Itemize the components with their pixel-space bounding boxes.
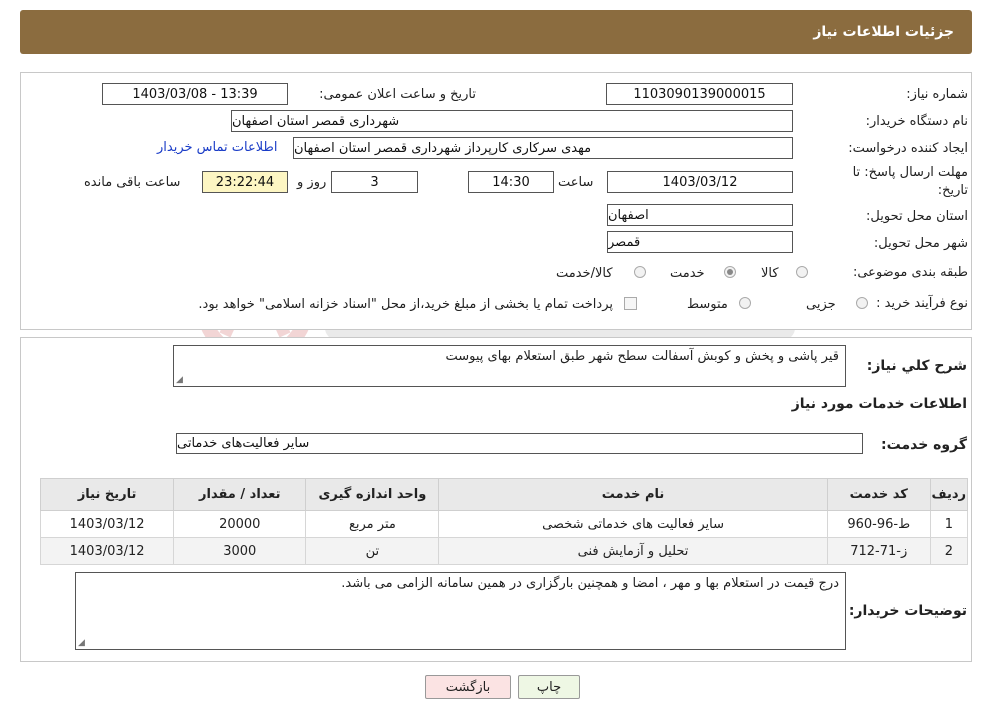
col-header-row-number: ردیف xyxy=(929,478,969,511)
purchase-option-minor: جزیی xyxy=(806,297,836,312)
services-section-title: اطلاعات خدمات مورد نیاز xyxy=(791,396,967,412)
cell-quantity: 20000 xyxy=(173,510,307,538)
deadline-label-date: تاریخ: xyxy=(937,183,968,198)
buyer-org-label: نام دستگاه خریدار: xyxy=(865,114,968,129)
remaining-time-field: 23:22:44 xyxy=(202,171,288,193)
purchase-type-label: نوع فرآیند خرید : xyxy=(876,296,968,311)
resize-grip-icon[interactable]: ◢ xyxy=(176,375,183,385)
resize-grip-icon[interactable]: ◢ xyxy=(78,638,85,648)
cell-unit: تن xyxy=(305,537,440,565)
deadline-time-label: ساعت xyxy=(558,175,594,190)
table-row: 2 ز-71-712 تحلیل و آزمایش فنی تن 3000 14… xyxy=(39,537,969,565)
category-option-goods: کالا xyxy=(761,266,779,281)
cell-need-date: 1403/03/12 xyxy=(39,510,175,538)
table-header-row: ردیف کد خدمت نام خدمت واحد اندازه گیری ت… xyxy=(39,478,969,511)
description-text: قیر پاشی و پخش و کوبش آسفالت سطح شهر طبق… xyxy=(445,349,840,364)
col-header-need-date: تاریخ نیاز xyxy=(39,478,175,511)
cell-row-number: 2 xyxy=(929,537,969,565)
deadline-time-field: 14:30 xyxy=(468,171,554,193)
category-radio-goods-service[interactable] xyxy=(634,266,646,278)
need-number-label: شماره نیاز: xyxy=(906,87,968,102)
purchase-radio-medium[interactable] xyxy=(739,297,751,309)
city-label: شهر محل تحویل: xyxy=(873,236,968,251)
deadline-date-field: 1403/03/12 xyxy=(607,171,793,193)
page-title: جزئیات اطلاعات نیاز xyxy=(813,24,954,40)
category-option-goods-service: کالا/خدمت xyxy=(556,266,613,281)
description-textarea[interactable]: قیر پاشی و پخش و کوبش آسفالت سطح شهر طبق… xyxy=(173,345,846,387)
col-header-service-name: نام خدمت xyxy=(438,478,828,511)
buyer-contact-link[interactable]: اطلاعات تماس خریدار xyxy=(157,140,277,155)
purchase-option-medium: متوسط xyxy=(687,297,728,312)
category-radio-goods[interactable] xyxy=(796,266,808,278)
buyer-org-field: شهرداری قمصر استان اصفهان xyxy=(231,110,793,132)
page-header: جزئیات اطلاعات نیاز xyxy=(20,10,972,54)
treasury-payment-checkbox[interactable] xyxy=(624,297,637,310)
category-label: طبقه بندی موضوعی: xyxy=(852,265,968,280)
print-button[interactable]: چاپ xyxy=(518,675,580,699)
table-row: 1 ط-96-960 سایر فعالیت های خدماتی شخصی م… xyxy=(39,510,969,538)
cell-row-number: 1 xyxy=(929,510,969,538)
service-group-field: سایر فعالیت‌های خدماتی xyxy=(176,433,863,454)
buyer-notes-label: توضیحات خریدار: xyxy=(848,603,967,619)
province-label: استان محل تحویل: xyxy=(866,209,968,224)
description-label: شرح کلي نياز: xyxy=(866,358,967,374)
announce-date-label: تاریخ و ساعت اعلان عمومی: xyxy=(319,87,476,102)
need-number-field: 1103090139000015 xyxy=(606,83,793,105)
days-label: روز و xyxy=(297,175,327,190)
purchase-radio-minor[interactable] xyxy=(856,297,868,309)
treasury-payment-note: پرداخت تمام یا بخشی از مبلغ خرید،از محل … xyxy=(198,297,613,312)
city-field: قمصر xyxy=(607,231,793,253)
cell-quantity: 3000 xyxy=(173,537,307,565)
creator-field: مهدی سرکاری کارپرداز شهرداری قمصر استان … xyxy=(293,137,793,159)
cell-need-date: 1403/03/12 xyxy=(39,537,175,565)
announce-date-field: 1403/03/08 - 13:39 xyxy=(102,83,288,105)
col-header-quantity: تعداد / مقدار xyxy=(173,478,307,511)
creator-label: ایجاد کننده درخواست: xyxy=(848,141,968,156)
services-table: ردیف کد خدمت نام خدمت واحد اندازه گیری ت… xyxy=(39,478,969,565)
province-field: اصفهان xyxy=(607,204,793,226)
remaining-time-label: ساعت باقی مانده xyxy=(84,175,181,190)
deadline-label: مهلت ارسال پاسخ: تا xyxy=(852,165,968,180)
col-header-service-code: کد خدمت xyxy=(826,478,931,511)
days-field: 3 xyxy=(331,171,418,193)
category-radio-service[interactable] xyxy=(724,266,736,278)
cell-service-code: ط-96-960 xyxy=(826,510,931,538)
col-header-unit: واحد اندازه گیری xyxy=(305,478,440,511)
back-button[interactable]: بازگشت xyxy=(425,675,511,699)
cell-service-name: سایر فعالیت های خدماتی شخصی xyxy=(438,510,828,538)
category-option-service: خدمت xyxy=(670,266,705,281)
buyer-notes-textarea[interactable]: درج قیمت در استعلام بها و مهر ، امضا و ه… xyxy=(75,572,846,650)
cell-service-name: تحلیل و آزمایش فنی xyxy=(438,537,828,565)
cell-service-code: ز-71-712 xyxy=(826,537,931,565)
buyer-notes-text: درج قیمت در استعلام بها و مهر ، امضا و ه… xyxy=(341,576,839,591)
service-group-label: گروه خدمت: xyxy=(881,437,967,453)
cell-unit: متر مربع xyxy=(305,510,440,538)
